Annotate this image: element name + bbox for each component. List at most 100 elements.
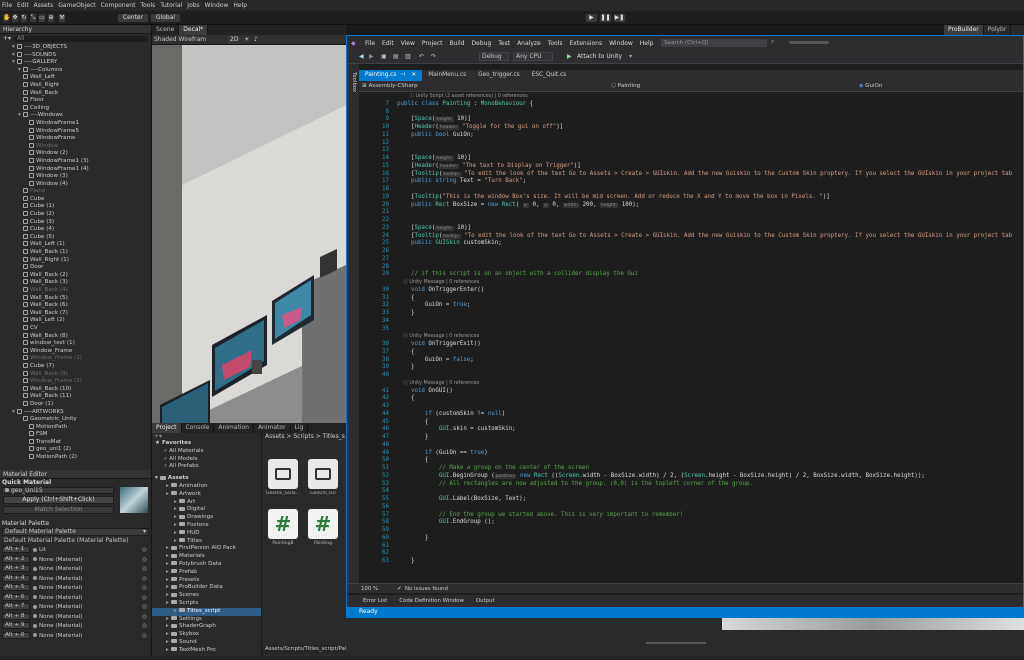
target-icon[interactable]: ◎: [142, 575, 147, 585]
vs-menu-analyze[interactable]: Analyze: [517, 40, 541, 47]
hierarchy-item[interactable]: MotionPath (2): [0, 454, 151, 462]
vs-menu-debug[interactable]: Debug: [472, 40, 492, 47]
code-line[interactable]: [Tooltip("This is the window Box's size.…: [397, 194, 1023, 202]
nav-class-select[interactable]: ⬡ Painting: [611, 82, 851, 91]
code-line[interactable]: {: [397, 349, 1023, 357]
light-toggle-icon[interactable]: ☀: [244, 36, 249, 43]
hierarchy-item[interactable]: Floor: [0, 97, 151, 105]
hierarchy-item[interactable]: WindowFrame5: [0, 127, 151, 136]
hierarchy-item[interactable]: Wall_Left: [0, 74, 151, 82]
code-line[interactable]: {: [397, 395, 1023, 403]
material-slot[interactable]: Alt + 8 None (Material) ◎: [0, 612, 151, 623]
code-line[interactable]: GUI.BeginGroup (position: new Rect ((Scr…: [397, 473, 1023, 481]
tab-1[interactable]: Decal*: [179, 25, 209, 35]
code-line[interactable]: {: [397, 419, 1023, 427]
project-folder[interactable]: ▸ Polybrush Data: [152, 561, 261, 569]
material-slot[interactable]: Alt + 1 Lit ◎: [0, 546, 151, 556]
dropdown-arrow-icon[interactable]: ▾: [629, 53, 632, 60]
code-line[interactable]: [397, 372, 1023, 380]
match-selection-button[interactable]: Match Selection: [3, 506, 114, 514]
forward-icon[interactable]: ▶: [369, 53, 374, 60]
favorite-item[interactable]: ⌕ All Prefabs: [152, 463, 261, 471]
scene-viewport[interactable]: [152, 45, 346, 423]
project-folder[interactable]: ▸ Skybox: [152, 631, 261, 639]
hierarchy-item[interactable]: Cube (4): [0, 226, 151, 234]
hierarchy-item[interactable]: ▾ ----Windows: [0, 112, 151, 120]
hierarchy-item[interactable]: WindowFrame1: [0, 119, 151, 128]
project-folder[interactable]: ▸ Settings: [152, 616, 261, 624]
code-editor[interactable]: ⓘ Unity Script (2 asset references) | 0 …: [397, 93, 1023, 583]
nav-project-select[interactable]: ⊞ Assembly-CSharp: [362, 82, 602, 91]
project-folder[interactable]: ▸ Sound: [152, 639, 261, 647]
code-line[interactable]: [397, 488, 1023, 496]
project-folder[interactable]: ▸ Art: [152, 499, 261, 507]
project-add-icon[interactable]: +▾: [152, 433, 261, 440]
code-line[interactable]: {: [397, 457, 1023, 465]
hierarchy-item[interactable]: Wall_Back (11): [0, 393, 151, 401]
code-line[interactable]: ⓘ Unity Script (2 asset references) | 0 …: [397, 93, 1023, 101]
code-line[interactable]: void OnTriggerExit(): [397, 341, 1023, 349]
hierarchy-item[interactable]: Window (3): [0, 173, 151, 181]
code-line[interactable]: public class Painting : MonoBehaviour {: [397, 101, 1023, 109]
editor-tab[interactable]: ESC_Quit.cs: [526, 70, 572, 81]
code-line[interactable]: void OnTriggerEnter(): [397, 287, 1023, 295]
hierarchy-item[interactable]: window_text (1): [0, 340, 151, 348]
user-account-blur[interactable]: [789, 41, 829, 44]
palette-select[interactable]: Default Material Palette ▾: [2, 528, 149, 536]
project-folder[interactable]: ▸ FirstPerson AIO Pack: [152, 545, 261, 553]
favorite-item[interactable]: ⌕ All Models: [152, 456, 261, 464]
code-line[interactable]: [397, 256, 1023, 264]
vs-menu-window[interactable]: Window: [609, 40, 633, 47]
toolbox-tab[interactable]: Toolbox: [351, 72, 357, 92]
hierarchy-item[interactable]: Wall_Back (8): [0, 332, 151, 341]
code-line[interactable]: public GUISkin customSkin;: [397, 240, 1023, 248]
code-line[interactable]: GuiOn = true;: [397, 302, 1023, 310]
shading-mode-select[interactable]: Shaded Wirefram: [154, 36, 206, 44]
hierarchy-item[interactable]: Wall_Back (1): [0, 249, 151, 257]
favorite-item[interactable]: ⌕ All Materials: [152, 448, 261, 456]
material-slot-shortcut[interactable]: Alt + 7: [2, 603, 30, 610]
project-folder[interactable]: ▸ TextMesh Pro: [152, 647, 261, 655]
hierarchy-item[interactable]: Wall_Left (2): [0, 317, 151, 325]
vs-menu-view[interactable]: View: [401, 40, 415, 47]
code-line[interactable]: [397, 209, 1023, 217]
code-line[interactable]: // if this script is on an object with a…: [397, 271, 1023, 279]
add-icon[interactable]: +▾: [3, 35, 11, 42]
code-line[interactable]: ⓘ Unity Message | 0 references: [397, 380, 1023, 388]
material-slot[interactable]: Alt + 5 None (Material) ◎: [0, 584, 151, 594]
code-line[interactable]: public string Text = "Turn Back";: [397, 178, 1023, 186]
back-icon[interactable]: ◀: [359, 53, 364, 60]
code-line[interactable]: // All rectangles are now adjusted to th…: [397, 481, 1023, 489]
project-folder[interactable]: ▸ ShaderGraph: [152, 623, 261, 631]
configuration-select[interactable]: Debug: [479, 52, 509, 61]
menu-item-help[interactable]: Help: [233, 2, 247, 9]
hierarchy-item[interactable]: Wall_Back: [0, 89, 151, 98]
material-slot[interactable]: Alt + 4 None (Material) ◎: [0, 574, 151, 585]
rect-tool-icon[interactable]: ▭: [38, 13, 46, 23]
material-slot-shortcut[interactable]: Alt + 6: [2, 593, 30, 601]
menu-item-tutorial[interactable]: Tutorial: [160, 2, 182, 9]
vs-menu-help[interactable]: Help: [640, 40, 654, 47]
material-slot[interactable]: Alt + 9 None (Material) ◎: [0, 622, 151, 632]
hierarchy-item[interactable]: TransMat: [0, 438, 151, 447]
save-icon[interactable]: ▤: [393, 53, 399, 60]
hierarchy-item[interactable]: Geometric_Unity: [0, 416, 151, 424]
material-slot[interactable]: Alt + 3 None (Material) ◎: [0, 565, 151, 575]
vs-menu-build[interactable]: Build: [449, 40, 464, 47]
hierarchy-item[interactable]: Wall_Back (3): [0, 279, 151, 287]
hierarchy-item[interactable]: Cube (1): [0, 203, 151, 211]
pause-button[interactable]: ❚❚: [599, 13, 612, 23]
code-line[interactable]: }: [397, 310, 1023, 318]
hierarchy-item[interactable]: Cube: [0, 195, 151, 204]
apply-button[interactable]: Apply (Ctrl+Shift+Click): [3, 496, 114, 504]
code-line[interactable]: // Make a group on the center of the scr…: [397, 465, 1023, 473]
code-line[interactable]: [397, 504, 1023, 512]
material-slot-shortcut[interactable]: Alt + 1: [2, 546, 30, 553]
vs-menu-tools[interactable]: Tools: [548, 40, 563, 47]
code-line[interactable]: public bool GuiOn;: [397, 132, 1023, 140]
code-line[interactable]: GUI.EndGroup ();: [397, 519, 1023, 527]
zoom-level[interactable]: 100 %: [361, 585, 378, 593]
hierarchy-item[interactable]: Ceiling: [0, 104, 151, 113]
hierarchy-item[interactable]: Window (2): [0, 150, 151, 158]
project-folder[interactable]: ▸ Scripts: [152, 600, 261, 608]
